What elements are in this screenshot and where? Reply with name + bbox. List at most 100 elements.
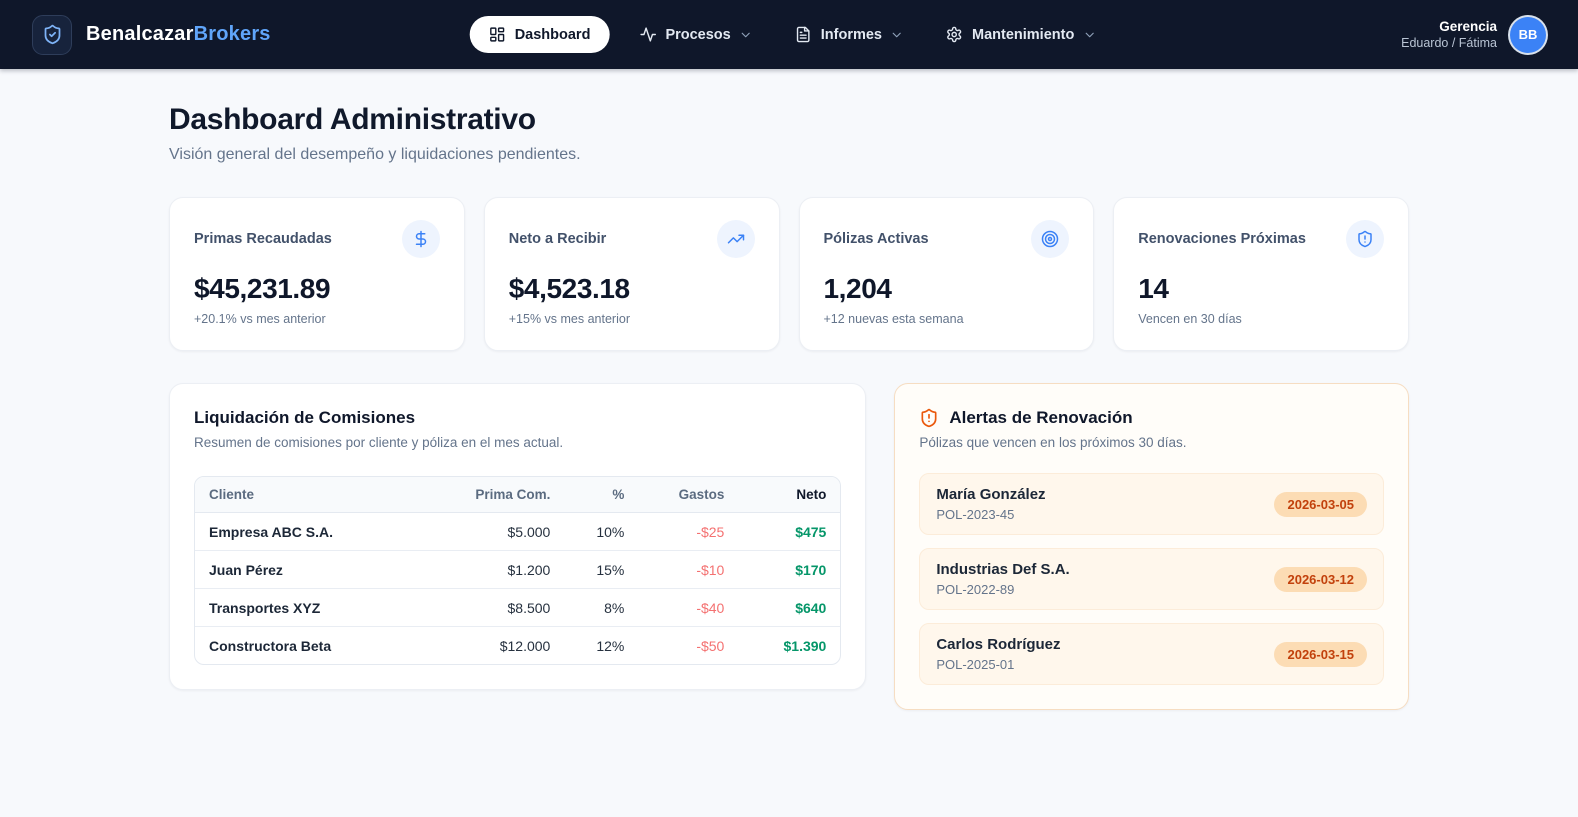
shield-check-icon — [32, 15, 72, 55]
cell-gastos: -$50 — [638, 627, 738, 665]
stat-card-polizas-activas: Pólizas Activas 1,204 +12 nuevas esta se… — [799, 197, 1095, 351]
cell-cliente: Empresa ABC S.A. — [195, 513, 442, 551]
main-nav: Dashboard Procesos Informes — [470, 16, 1109, 53]
stat-value: $4,523.18 — [509, 273, 755, 305]
stat-label: Renovaciones Próximas — [1138, 231, 1306, 247]
alert-date-badge: 2026-03-05 — [1274, 492, 1367, 517]
stat-note: +15% vs mes anterior — [509, 312, 755, 326]
document-icon — [795, 26, 812, 43]
stat-card-renovaciones-proximas: Renovaciones Próximas 14 Vencen en 30 dí… — [1113, 197, 1409, 351]
stat-note: +20.1% vs mes anterior — [194, 312, 440, 326]
stat-card-primas-recaudadas: Primas Recaudadas $45,231.89 +20.1% vs m… — [169, 197, 465, 351]
user-menu[interactable]: Gerencia Eduardo / Fátima BB — [1401, 17, 1546, 53]
table-row: Constructora Beta $12.000 12% -$50 $1.39… — [195, 627, 840, 665]
table-header-row: Cliente Prima Com. % Gastos Neto — [195, 477, 840, 513]
cell-cliente: Constructora Beta — [195, 627, 442, 665]
alert-info: María González POL-2023-45 — [936, 486, 1045, 522]
alerts-list: María González POL-2023-45 2026-03-05 In… — [919, 473, 1384, 685]
stat-label: Neto a Recibir — [509, 231, 607, 247]
cell-pct: 8% — [564, 589, 638, 627]
alert-info: Carlos Rodríguez POL-2025-01 — [936, 636, 1060, 672]
col-header-cliente: Cliente — [195, 477, 442, 513]
col-header-prima: Prima Com. — [442, 477, 564, 513]
alert-policy-number: POL-2023-45 — [936, 507, 1045, 522]
stat-card-neto-a-recibir: Neto a Recibir $4,523.18 +15% vs mes ant… — [484, 197, 780, 351]
alert-date-badge: 2026-03-12 — [1274, 567, 1367, 592]
shield-alert-icon — [919, 408, 939, 428]
page-subtitle: Visión general del desempeño y liquidaci… — [169, 146, 1409, 164]
stat-value: 14 — [1138, 273, 1384, 305]
cell-pct: 15% — [564, 551, 638, 589]
cell-pct: 10% — [564, 513, 638, 551]
activity-icon — [639, 26, 656, 43]
chevron-down-icon — [739, 28, 753, 42]
table-row: Transportes XYZ $8.500 8% -$40 $640 — [195, 589, 840, 627]
dollar-icon — [402, 220, 440, 258]
user-info: Gerencia Eduardo / Fátima — [1401, 19, 1497, 50]
user-names: Eduardo / Fátima — [1401, 36, 1497, 50]
cell-neto: $170 — [738, 551, 840, 589]
cell-prima: $1.200 — [442, 551, 564, 589]
alert-date-badge: 2026-03-15 — [1274, 642, 1367, 667]
stats-row: Primas Recaudadas $45,231.89 +20.1% vs m… — [169, 197, 1409, 351]
cell-gastos: -$40 — [638, 589, 738, 627]
nav-item-informes[interactable]: Informes — [783, 17, 916, 52]
commissions-title: Liquidación de Comisiones — [194, 408, 841, 428]
cell-cliente: Juan Pérez — [195, 551, 442, 589]
cell-prima: $12.000 — [442, 627, 564, 665]
cell-gastos: -$10 — [638, 551, 738, 589]
stat-note: Vencen en 30 días — [1138, 312, 1384, 326]
brand-name: BenalcazarBrokers — [86, 23, 271, 46]
alert-item: María González POL-2023-45 2026-03-05 — [919, 473, 1384, 535]
brand-logo-link[interactable]: BenalcazarBrokers — [32, 15, 271, 55]
chevron-down-icon — [1082, 28, 1096, 42]
dashboard-grid-icon — [489, 26, 506, 43]
cell-prima: $8.500 — [442, 589, 564, 627]
target-icon — [1031, 220, 1069, 258]
stat-note: +12 nuevas esta semana — [824, 312, 1070, 326]
top-navbar: BenalcazarBrokers Dashboard Procesos — [0, 0, 1578, 69]
cell-neto: $475 — [738, 513, 840, 551]
nav-label: Informes — [821, 27, 882, 43]
cell-neto: $1.390 — [738, 627, 840, 665]
alert-policy-number: POL-2022-89 — [936, 582, 1069, 597]
col-header-neto: Neto — [738, 477, 840, 513]
cell-prima: $5.000 — [442, 513, 564, 551]
alert-client-name: María González — [936, 486, 1045, 503]
shield-alert-icon — [1346, 220, 1384, 258]
cell-gastos: -$25 — [638, 513, 738, 551]
main-grid: Liquidación de Comisiones Resumen de com… — [169, 383, 1409, 710]
cell-pct: 12% — [564, 627, 638, 665]
user-role: Gerencia — [1401, 19, 1497, 34]
col-header-pct: % — [564, 477, 638, 513]
col-header-gastos: Gastos — [638, 477, 738, 513]
main-content: Dashboard Administrativo Visión general … — [169, 69, 1409, 770]
cell-neto: $640 — [738, 589, 840, 627]
commissions-panel: Liquidación de Comisiones Resumen de com… — [169, 383, 866, 690]
chevron-down-icon — [890, 28, 904, 42]
alert-client-name: Carlos Rodríguez — [936, 636, 1060, 653]
cell-cliente: Transportes XYZ — [195, 589, 442, 627]
alert-item: Carlos Rodríguez POL-2025-01 2026-03-15 — [919, 623, 1384, 685]
renewal-alerts-panel: Alertas de Renovación Pólizas que vencen… — [894, 383, 1409, 710]
nav-item-procesos[interactable]: Procesos — [627, 17, 764, 52]
alerts-subtitle: Pólizas que vencen en los próximos 30 dí… — [919, 435, 1384, 450]
alert-client-name: Industrias Def S.A. — [936, 561, 1069, 578]
nav-label: Mantenimiento — [972, 27, 1074, 43]
gear-icon — [946, 26, 963, 43]
nav-item-dashboard[interactable]: Dashboard — [470, 16, 610, 53]
alerts-title: Alertas de Renovación — [949, 408, 1132, 428]
commissions-table: Cliente Prima Com. % Gastos Neto Empresa… — [194, 476, 841, 665]
nav-label: Dashboard — [515, 27, 591, 43]
nav-label: Procesos — [665, 27, 730, 43]
stat-value: 1,204 — [824, 273, 1070, 305]
nav-item-mantenimiento[interactable]: Mantenimiento — [934, 17, 1108, 52]
commissions-subtitle: Resumen de comisiones por cliente y póli… — [194, 435, 841, 450]
trending-up-icon — [717, 220, 755, 258]
alert-item: Industrias Def S.A. POL-2022-89 2026-03-… — [919, 548, 1384, 610]
table-row: Empresa ABC S.A. $5.000 10% -$25 $475 — [195, 513, 840, 551]
alert-policy-number: POL-2025-01 — [936, 657, 1060, 672]
page-title: Dashboard Administrativo — [169, 103, 1409, 137]
stat-label: Pólizas Activas — [824, 231, 929, 247]
avatar[interactable]: BB — [1510, 17, 1546, 53]
